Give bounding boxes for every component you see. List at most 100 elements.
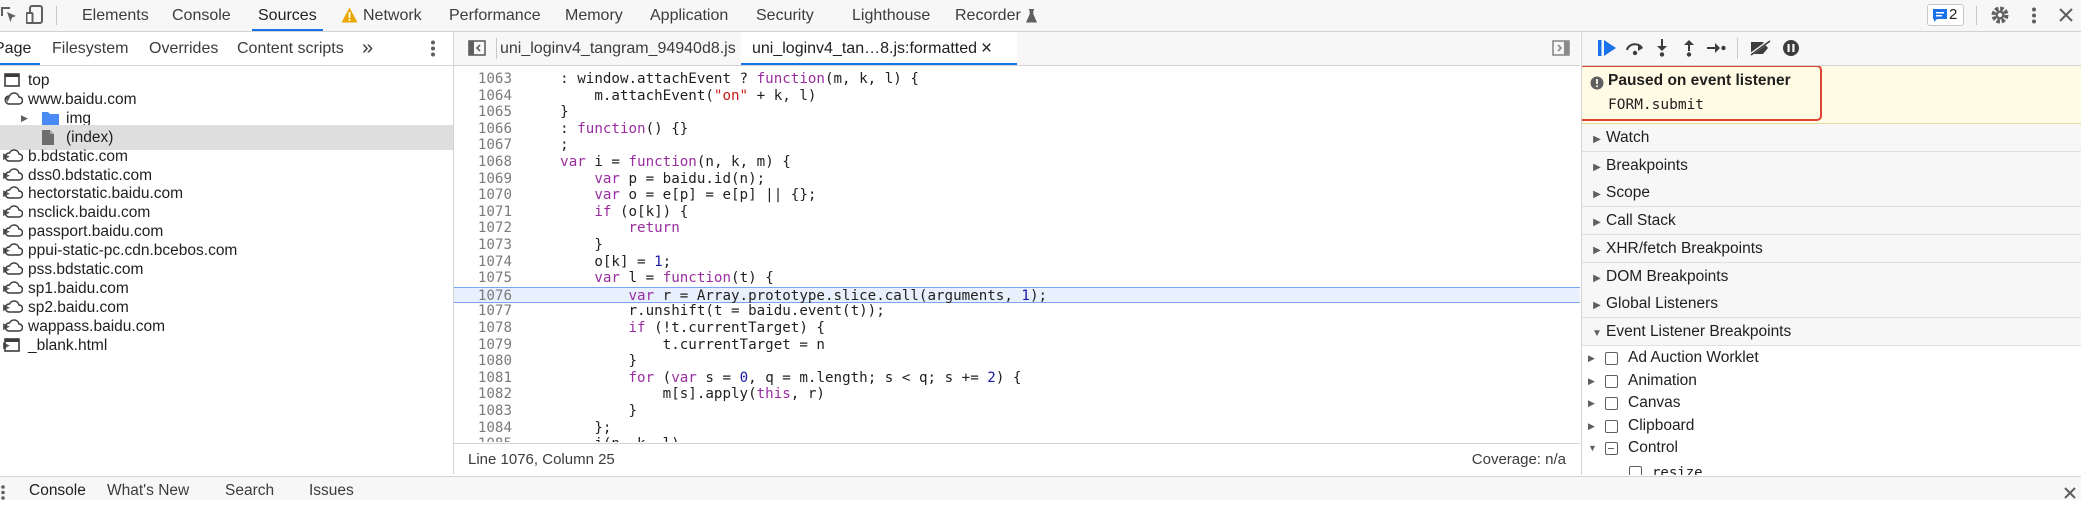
code-line: 1067 ; [454, 137, 1580, 154]
sidebar-section-global-listeners[interactable]: ▶ Global Listeners [1582, 290, 2081, 319]
settings-gear-icon[interactable] [1990, 5, 2010, 30]
line-number[interactable]: 1084 [454, 420, 512, 437]
step-out-icon[interactable] [1683, 39, 1695, 62]
tab-filesystem[interactable]: Filesystem [52, 32, 128, 65]
line-number[interactable]: 1074 [454, 254, 512, 271]
tab-application[interactable]: Application [650, 0, 728, 31]
drawer-tab-search[interactable]: Search [225, 477, 274, 500]
collapsed-arrow-icon[interactable]: ▶ [1588, 415, 1595, 437]
expanded-arrow-icon[interactable]: ▼ [1588, 437, 1597, 459]
editor-tab-formatted[interactable]: uni_loginv4_tan…8.js:formatted × [741, 32, 1017, 65]
line-number[interactable]: 1080 [454, 353, 512, 370]
toggle-navigator-icon[interactable] [468, 40, 486, 61]
sidebar-section-call-stack[interactable]: ▶ Call Stack [1582, 207, 2081, 236]
tab-security[interactable]: Security [756, 0, 814, 31]
tab-content-scripts[interactable]: Content scripts [237, 32, 344, 65]
sidebar-section-watch[interactable]: ▶ Watch [1582, 124, 2081, 152]
line-number[interactable]: 1082 [454, 386, 512, 403]
drawer-menu-icon[interactable] [0, 485, 6, 505]
line-number[interactable]: 1068 [454, 154, 512, 171]
pause-on-exceptions-icon[interactable] [1782, 39, 1800, 62]
line-number[interactable]: 1071 [454, 204, 512, 221]
close-drawer-icon[interactable] [2064, 486, 2076, 504]
collapsed-arrow-icon: ▶ [1593, 217, 1601, 229]
line-number[interactable]: 1073 [454, 237, 512, 254]
line-number[interactable]: 1065 [454, 104, 512, 121]
tab-recorder[interactable]: Recorder [955, 0, 1021, 31]
checkbox[interactable] [1605, 352, 1618, 365]
indeterminate-mark [1608, 447, 1614, 450]
event-listener-item[interactable]: ▶ Canvas [1582, 392, 2081, 414]
code-text: m[s].apply(this, r) [526, 386, 825, 403]
drawer-tab-issues[interactable]: Issues [309, 477, 354, 500]
editor-tab-original[interactable]: uni_loginv4_tangram_94940d8.js [500, 32, 736, 65]
tab-console[interactable]: Console [172, 0, 231, 31]
inspect-element-icon[interactable] [0, 6, 18, 29]
line-number[interactable]: 1078 [454, 320, 512, 337]
event-listener-item[interactable]: ▶ Ad Auction Worklet [1582, 347, 2081, 369]
tab-elements[interactable]: Elements [82, 0, 149, 31]
navigator-menu-icon[interactable] [430, 40, 436, 62]
tab-sources[interactable]: Sources [252, 0, 323, 31]
device-toolbar-icon[interactable] [25, 5, 44, 30]
collapsed-arrow-icon[interactable]: ▶ [1588, 370, 1595, 392]
line-number[interactable]: 1063 [454, 71, 512, 88]
tree-item[interactable]: ▶ _blank.html [0, 333, 453, 358]
step-icon[interactable] [1707, 41, 1726, 60]
line-number[interactable]: 1067 [454, 137, 512, 154]
coverage-status[interactable]: Coverage: n/a [1472, 444, 1566, 476]
code-text: }; [526, 419, 612, 436]
line-number[interactable]: 1066 [454, 121, 512, 138]
event-listener-item[interactable]: ▶ Animation [1582, 370, 2081, 392]
event-listener-item[interactable]: ▶ Clipboard [1582, 415, 2081, 437]
collapsed-arrow-icon: ▶ [1593, 244, 1601, 256]
line-number[interactable]: 1069 [454, 171, 512, 188]
line-number[interactable]: 1077 [454, 303, 512, 320]
sidebar-section-event-listener-breakpoints[interactable]: ▼ Event Listener Breakpoints [1582, 317, 2081, 346]
checkbox[interactable] [1605, 397, 1618, 410]
step-into-icon[interactable] [1656, 39, 1668, 62]
drawer-tab-whats-new[interactable]: What's New [107, 477, 189, 500]
issues-counter-button[interactable]: 2 [1927, 4, 1964, 26]
drawer-tab-console[interactable]: Console [29, 477, 86, 500]
line-number[interactable]: 1076 [454, 288, 512, 305]
line-number[interactable]: 1083 [454, 403, 512, 420]
sidebar-section-breakpoints[interactable]: ▶ Breakpoints [1582, 151, 2081, 180]
collapsed-arrow-icon[interactable]: ▶ [1588, 392, 1595, 414]
resume-icon[interactable] [1598, 40, 1616, 61]
line-number[interactable]: 1070 [454, 187, 512, 204]
event-listener-item[interactable]: resize [1582, 460, 2081, 475]
editor-status-bar: Line 1076, Column 25 Coverage: n/a [454, 443, 1580, 476]
sidebar-section-xhr-fetch-breakpoints[interactable]: ▶ XHR/fetch Breakpoints [1582, 234, 2081, 263]
sidebar-section-scope[interactable]: ▶ Scope [1582, 179, 2081, 208]
deactivate-breakpoints-icon[interactable] [1749, 39, 1771, 61]
line-number[interactable]: 1079 [454, 337, 512, 354]
file-icon [42, 129, 54, 145]
close-tab-icon[interactable]: × [981, 32, 992, 65]
paused-title: Paused on event listener [1608, 72, 1791, 89]
tab-overrides[interactable]: Overrides [149, 32, 218, 65]
tab-lighthouse[interactable]: Lighthouse [852, 0, 930, 31]
step-over-icon[interactable] [1625, 40, 1645, 61]
tab-performance[interactable]: Performance [449, 0, 541, 31]
sidebar-section-dom-breakpoints[interactable]: ▶ DOM Breakpoints [1582, 262, 2081, 291]
line-number[interactable]: 1064 [454, 88, 512, 105]
tab-network[interactable]: Network [363, 0, 422, 31]
toggle-debugger-icon[interactable] [1552, 40, 1570, 61]
checkbox[interactable] [1605, 374, 1618, 388]
line-number[interactable]: 1085 [454, 436, 512, 442]
close-devtools-icon[interactable] [2059, 8, 2073, 27]
more-options-icon[interactable] [2031, 7, 2037, 29]
more-tabs-chevron[interactable]: » [362, 32, 373, 65]
event-listener-item[interactable]: ▼ Control [1582, 437, 2081, 459]
collapsed-arrow-icon[interactable]: ▶ [1588, 347, 1595, 369]
line-number[interactable]: 1072 [454, 220, 512, 237]
line-number[interactable]: 1081 [454, 370, 512, 387]
tab-memory[interactable]: Memory [565, 0, 623, 31]
line-number[interactable]: 1075 [454, 270, 512, 287]
checkbox[interactable] [1629, 465, 1642, 475]
checkbox[interactable] [1605, 419, 1618, 433]
tab-page[interactable]: Page [0, 32, 31, 65]
checkbox-indeterminate[interactable] [1605, 442, 1618, 455]
code-editor[interactable]: 1063 : window.attachEvent ? function(m, … [454, 66, 1580, 442]
